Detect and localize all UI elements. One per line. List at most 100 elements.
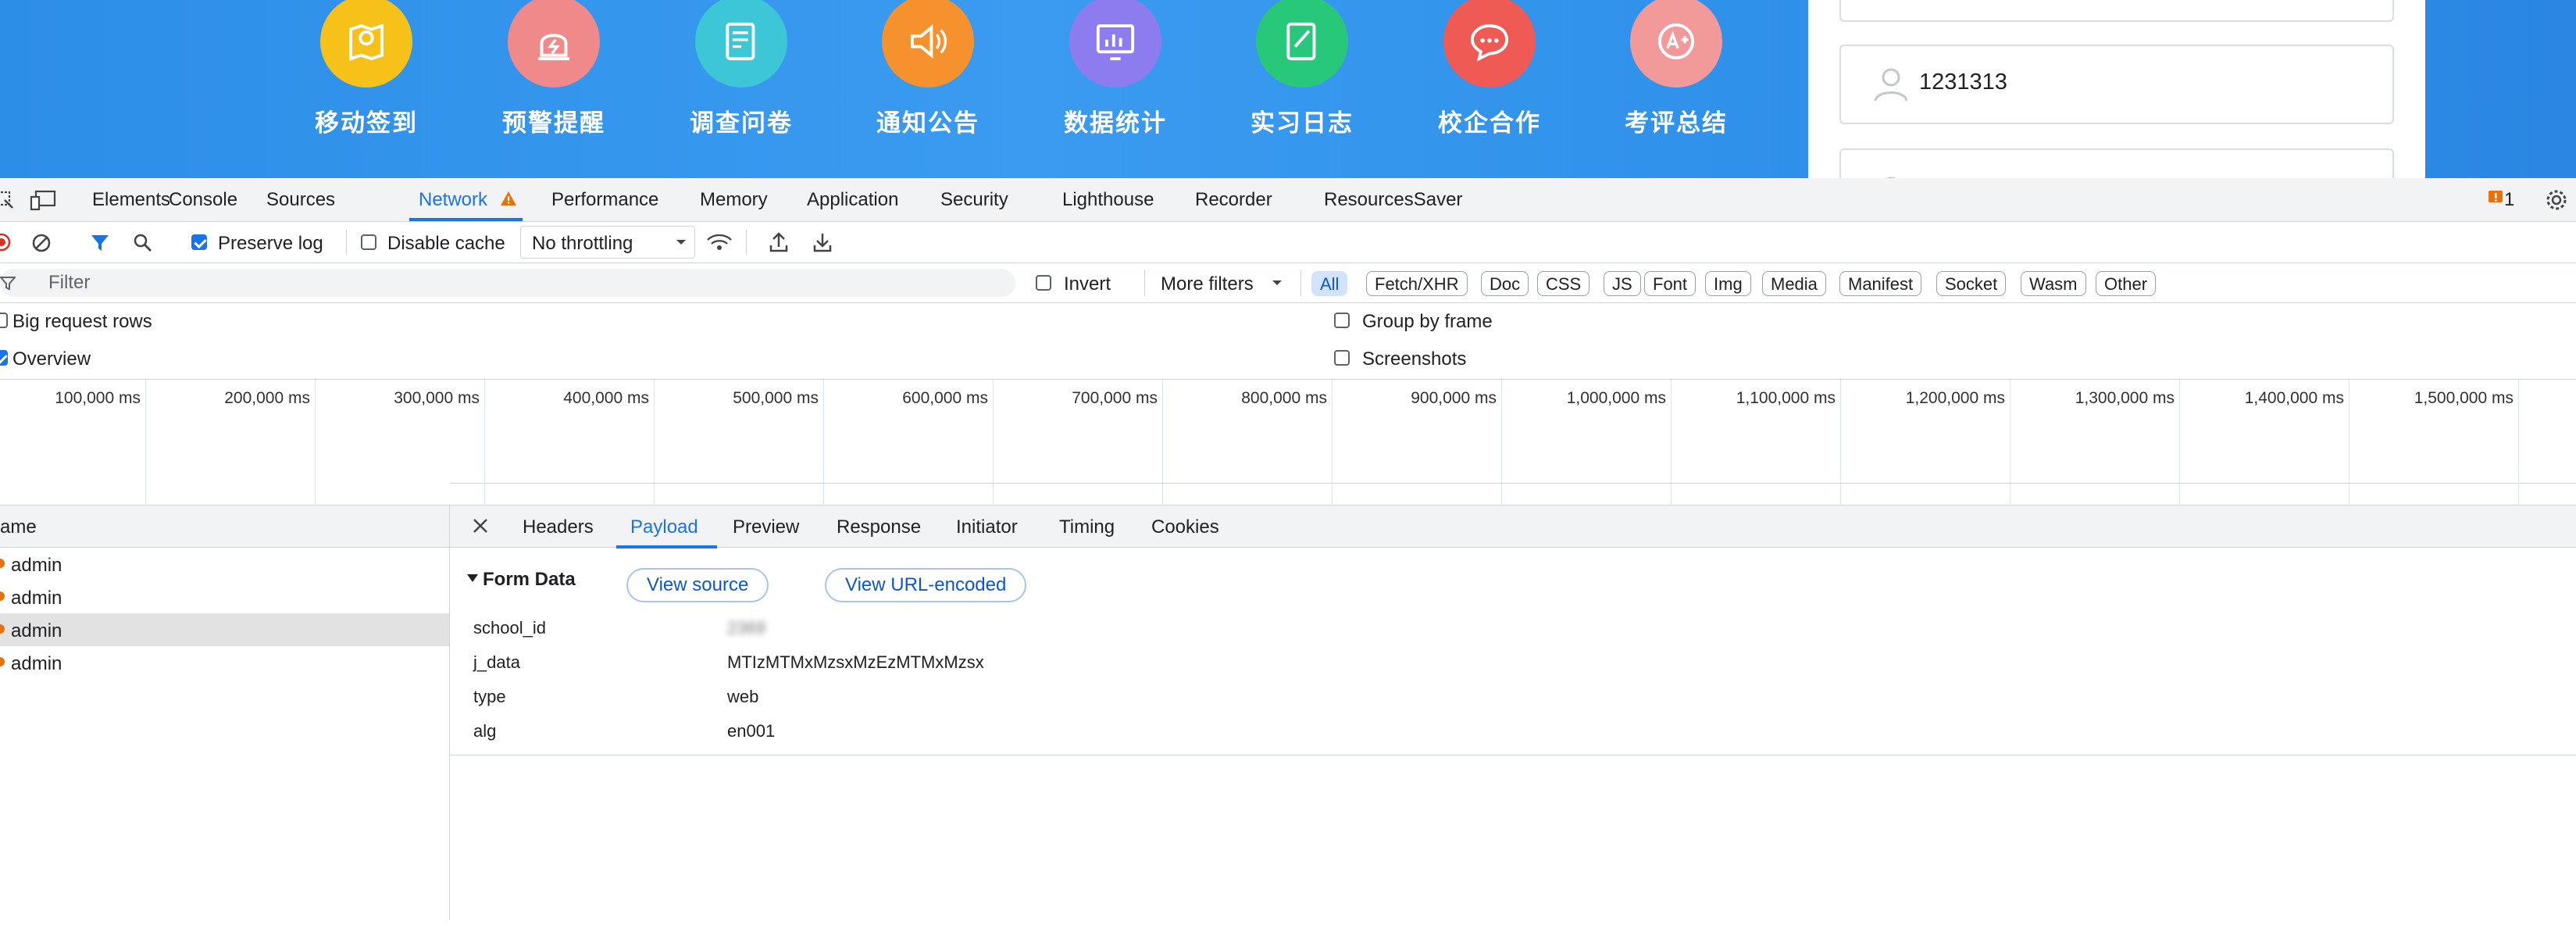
tab-console[interactable]: Console	[169, 189, 237, 211]
view-source-button[interactable]: View source	[626, 568, 769, 602]
filter-chip-img[interactable]: Img	[1705, 271, 1751, 296]
form-data-value[interactable]: en001	[727, 721, 775, 741]
detail-tab-payload[interactable]: Payload	[630, 516, 698, 538]
tab-sources[interactable]: Sources	[266, 189, 335, 211]
request-row[interactable]: admin	[0, 646, 449, 679]
timeline-tick-label: 1,300,000 ms	[2075, 389, 2175, 407]
app-shortcut[interactable]: 移动签到	[280, 0, 452, 138]
import-har-icon[interactable]	[769, 231, 789, 253]
search-icon[interactable]	[133, 233, 153, 253]
app-shortcut-label: 数据统计	[1064, 109, 1167, 138]
overview-checkbox[interactable]	[0, 350, 8, 366]
tab-recorder[interactable]: Recorder	[1195, 189, 1272, 211]
network-settings-pane: Big request rows Overview Group by frame…	[0, 303, 2576, 380]
chevron-down-icon	[676, 240, 686, 245]
request-name: admin	[11, 588, 62, 609]
detail-tab-response[interactable]: Response	[837, 516, 921, 538]
network-conditions-icon[interactable]	[706, 233, 733, 253]
detail-tab-cookies[interactable]: Cookies	[1151, 516, 1219, 538]
request-row[interactable]: admin	[0, 548, 449, 581]
tab-memory[interactable]: Memory	[700, 189, 768, 211]
speaker-icon	[911, 24, 947, 59]
tab-resourcessaver[interactable]: ResourcesSaver	[1324, 189, 1462, 211]
filter-chip-socket[interactable]: Socket	[1936, 271, 2007, 296]
warning-icon	[500, 191, 517, 206]
timeline-tick-label: 1,100,000 ms	[1736, 389, 1836, 407]
more-filters-dropdown[interactable]: More filters	[1161, 267, 1293, 298]
clear-icon[interactable]	[31, 233, 52, 253]
preserve-log-checkbox[interactable]	[191, 234, 207, 250]
filter-chip-js[interactable]: JS	[1604, 271, 1641, 296]
export-har-icon[interactable]	[812, 231, 833, 253]
timeline-tick-label: 1,500,000 ms	[2414, 389, 2514, 407]
app-shortcut[interactable]: 校企合作	[1404, 0, 1575, 138]
filter-chip-media[interactable]: Media	[1762, 271, 1826, 296]
tab-security[interactable]: Security	[940, 189, 1008, 211]
grade-a-plus-icon	[1658, 23, 1694, 59]
form-data-value[interactable]: MTIzMTMxMzsxMzEzMTMxMzsx	[727, 652, 984, 673]
device-toolbar-icon[interactable]	[30, 189, 58, 211]
invert-checkbox[interactable]	[1036, 275, 1051, 291]
view-url-encoded-button[interactable]: View URL-encoded	[825, 568, 1027, 602]
throttling-select[interactable]: No throttling	[520, 226, 695, 259]
settings-gear-icon[interactable]	[2545, 188, 2568, 212]
timeline-tick-label: 1,200,000 ms	[1905, 389, 2005, 407]
record-icon[interactable]	[0, 233, 11, 252]
request-list-header[interactable]: ame	[0, 506, 449, 548]
timeline-tick-label: 900,000 ms	[1411, 389, 1497, 407]
form-data-section-toggle[interactable]: Form Data	[467, 565, 592, 596]
disable-cache-checkbox[interactable]	[361, 234, 376, 250]
form-data-value[interactable]: 2369	[727, 618, 765, 638]
filter-chip-all[interactable]: All	[1311, 271, 1348, 296]
filter-chip-doc[interactable]: Doc	[1481, 271, 1529, 296]
timeline-overview[interactable]: 100,000 ms 200,000 ms 300,000 ms 400,000 ms…	[0, 380, 2576, 506]
app-shortcut[interactable]: 调查问卷	[655, 0, 827, 138]
app-shortcut-label: 考评总结	[1625, 109, 1728, 138]
tab-application[interactable]: Application	[807, 189, 898, 211]
form-data-value[interactable]: web	[727, 687, 758, 707]
detail-tab-timing[interactable]: Timing	[1059, 516, 1115, 538]
overview-label: Overview	[12, 348, 91, 370]
filter-chip-css[interactable]: CSS	[1537, 271, 1590, 296]
filter-funnel-icon[interactable]	[90, 233, 110, 253]
screenshots-checkbox[interactable]	[1334, 350, 1350, 366]
close-icon[interactable]	[472, 517, 489, 534]
filter-input[interactable]	[0, 269, 1015, 297]
devtools-panel: Elements Console Sources Network Performance…	[0, 178, 2576, 920]
username-field[interactable]: 1231313	[1839, 45, 2394, 124]
timeline-tick-label: 700,000 ms	[1072, 389, 1158, 407]
filter-chip-other[interactable]: Other	[2096, 271, 2157, 296]
app-shortcut[interactable]: 预警提醒	[468, 0, 640, 138]
login-panel: 1231313	[1808, 0, 2425, 178]
filter-chip-manifest[interactable]: Manifest	[1839, 271, 1922, 296]
filter-chip-fetchxhr[interactable]: Fetch/XHR	[1366, 271, 1468, 296]
login-field-top[interactable]	[1839, 0, 2394, 22]
request-row[interactable]: admin	[0, 581, 449, 613]
bar-chart-icon	[1096, 24, 1135, 61]
app-shortcut[interactable]: 通知公告	[842, 0, 1014, 138]
filter-chip-font[interactable]: Font	[1644, 271, 1697, 296]
app-shortcut[interactable]: 实习日志	[1216, 0, 1388, 138]
big-request-rows-checkbox[interactable]	[0, 313, 8, 328]
filter-chip-wasm[interactable]: Wasm	[2021, 271, 2086, 296]
app-shortcut[interactable]: 考评总结	[1590, 0, 1762, 138]
tab-performance[interactable]: Performance	[551, 189, 658, 211]
app-shortcut[interactable]: 数据统计	[1029, 0, 1201, 138]
detail-tab-preview[interactable]: Preview	[733, 516, 799, 538]
chat-bubble-icon	[1470, 24, 1509, 62]
password-field[interactable]	[1839, 148, 2394, 178]
more-filters-label: More filters	[1161, 273, 1254, 295]
tab-elements[interactable]: Elements	[92, 189, 170, 211]
request-list: ame admin admin admin admin	[0, 506, 450, 920]
detail-tab-headers[interactable]: Headers	[523, 516, 594, 538]
tab-network[interactable]: Network	[419, 189, 487, 211]
detail-tab-initiator[interactable]: Initiator	[956, 516, 1018, 538]
request-row[interactable]: admin	[0, 613, 449, 646]
disable-cache-label: Disable cache	[387, 233, 505, 254]
issues-flag-icon[interactable]	[2486, 188, 2505, 207]
inspect-element-icon[interactable]	[0, 189, 16, 211]
request-name: admin	[11, 653, 62, 674]
tab-lighthouse[interactable]: Lighthouse	[1062, 189, 1154, 211]
group-by-frame-checkbox[interactable]	[1334, 313, 1350, 328]
issues-count[interactable]: 1	[2504, 189, 2514, 211]
